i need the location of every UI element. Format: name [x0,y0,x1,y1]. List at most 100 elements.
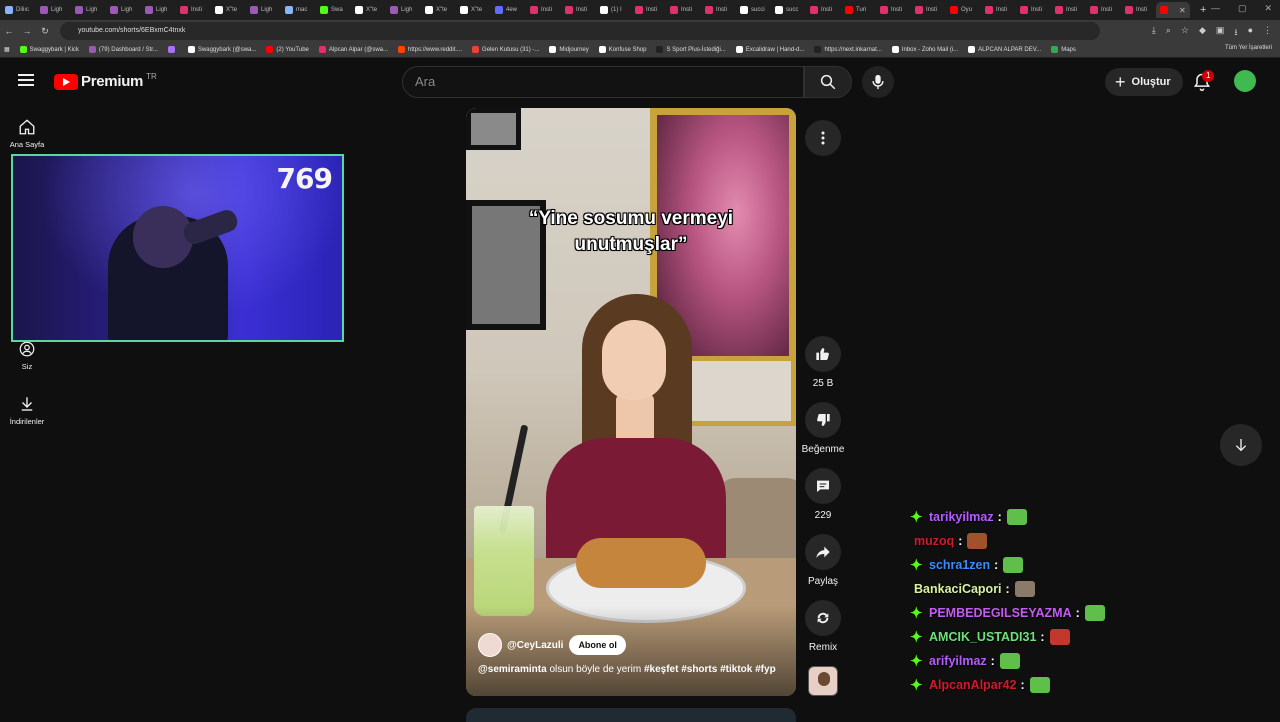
browser-tab[interactable]: X"te [456,2,490,18]
star-icon[interactable]: ☆ [1181,25,1189,41]
bookmark-item[interactable]: Maps [1051,46,1076,53]
short-video-player[interactable]: “Yine sosumu vermeyi unutmuşlar” @CeyLaz… [466,108,796,696]
browser-tab-active[interactable]: ✕ [1156,2,1190,18]
bookmark-item[interactable]: Inbox - Zoho Mail (i... [891,46,958,53]
subscribe-button[interactable]: Abone ol [569,635,626,655]
reload-icon[interactable]: ↻ [36,26,54,37]
browser-tab[interactable]: Insti [176,2,210,18]
browser-tab[interactable]: Oyu [946,2,980,18]
profile-icon[interactable]: ● [1248,25,1253,41]
maximize-icon[interactable]: ▢ [1238,3,1247,14]
chat-username[interactable]: tarikyilmaz [929,510,994,524]
browser-tab[interactable]: Insti [1086,2,1120,18]
channel-name[interactable]: @CeyLazuli [507,640,563,651]
remix-button[interactable]: Remix [800,600,846,653]
description-mention[interactable]: @semiraminta [478,664,547,675]
comments-circle[interactable] [805,468,841,504]
browser-tab[interactable]: Insti [1016,2,1050,18]
browser-tab[interactable]: Ligh [106,2,140,18]
apps-icon[interactable]: ▦ [4,46,10,53]
comments-button[interactable]: 229 [800,468,846,521]
browser-tab[interactable]: Insti [876,2,910,18]
minimize-icon[interactable]: — [1211,3,1220,14]
browser-tab[interactable]: Insti [1051,2,1085,18]
puzzle-icon[interactable]: ▣ [1216,25,1225,41]
search-input[interactable]: Ara [402,66,804,98]
chat-username[interactable]: BankaciCapori [914,582,1002,596]
browser-tab[interactable]: Insti [666,2,700,18]
zoom-icon[interactable]: ⌕ [1166,25,1171,41]
browser-tab[interactable]: Insti [561,2,595,18]
browser-tab[interactable]: Ligh [246,2,280,18]
install-icon[interactable]: ⤓ [1152,25,1156,41]
bookmark-item[interactable]: Midjourney [549,46,589,53]
sidebar-item-you[interactable]: Siz [0,340,54,371]
browser-tab[interactable]: mac [281,2,315,18]
browser-tab[interactable]: X"te [421,2,455,18]
bookmark-item[interactable]: https://next.inkarnat... [814,46,882,53]
chat-username[interactable]: muzoq [914,534,954,548]
download-icon[interactable]: ⭳ [1234,25,1237,41]
video-description[interactable]: @semiraminta olsun böyle de yerim #keşfe… [478,664,776,675]
browser-tab[interactable]: Insti [1121,2,1155,18]
browser-tab[interactable]: Ligh [386,2,420,18]
all-bookmarks[interactable]: Tüm Yer İşaretleri [1225,45,1272,51]
next-video-button[interactable] [1220,424,1262,466]
like-button[interactable]: 25 B [800,336,846,389]
share-circle[interactable] [805,534,841,570]
bookmark-item[interactable]: Konfuse Shop [598,46,646,53]
bookmark-item[interactable]: Swaggybark | Kick [19,46,79,53]
browser-tab[interactable]: Insti [806,2,840,18]
chat-username[interactable]: arifyilmaz [929,654,987,668]
sidebar-item-home[interactable]: Ana Sayfa [0,118,54,149]
back-icon[interactable]: ← [0,26,18,36]
bookmark-item[interactable]: Swaggybark (@swa... [187,46,256,53]
browser-tab[interactable]: Insti [631,2,665,18]
browser-tab[interactable]: Insti [981,2,1015,18]
browser-tab[interactable]: X"te [211,2,245,18]
forward-icon[interactable]: → [18,26,36,36]
bookmark-item[interactable]: Gelen Kutusu (31) -... [472,46,539,53]
channel-avatar[interactable] [478,633,502,657]
search-button[interactable] [804,66,852,98]
remix-circle[interactable] [805,600,841,636]
tab-close-icon[interactable]: ✕ [1179,6,1186,15]
new-tab-icon[interactable]: + [1200,4,1206,16]
bookmark-item[interactable]: (79) Dashboard / Str... [88,46,158,53]
browser-tab[interactable]: 4ew [491,2,525,18]
voice-search-button[interactable] [862,66,894,98]
browser-tab[interactable]: Ligh [141,2,175,18]
bookmark-item[interactable]: (2) YouTube [266,46,309,53]
url-bar[interactable]: youtube.com/shorts/6EBxmC4tnxk [60,22,1100,40]
dislike-button[interactable]: Beğenme [800,402,846,455]
chat-username[interactable]: PEMBEDEGILSEYAZMA [929,606,1072,620]
bookmark-item[interactable] [167,46,178,53]
share-button[interactable]: Paylaş [800,534,846,587]
chat-username[interactable]: schra1zen [929,558,990,572]
browser-tab[interactable]: Ligh [36,2,70,18]
menu-icon[interactable]: ⋮ [1263,25,1272,41]
bookmark-item[interactable]: https://www.reddit.... [398,46,462,53]
bookmark-item[interactable]: S Sport Plus-İstediği... [656,46,726,53]
chat-username[interactable]: AMCIK_USTADI31 [929,630,1036,644]
youtube-logo[interactable]: Premium TR [54,72,157,90]
more-options-button[interactable] [805,120,841,156]
create-button[interactable]: + Oluştur [1105,68,1183,96]
bookmark-item[interactable]: ALPCAN ALPAR DEV... [968,46,1041,53]
browser-tab[interactable]: Ligh [71,2,105,18]
browser-tab[interactable]: (1) I [596,2,630,18]
chat-username[interactable]: AlpcanAlpar42 [929,678,1017,692]
sound-thumbnail[interactable] [808,666,838,696]
extension-icon[interactable]: ◆ [1199,25,1206,41]
avatar[interactable] [1234,70,1256,92]
browser-tab[interactable]: Insti [911,2,945,18]
sidebar-item-downloads[interactable]: İndirilenler [0,395,54,426]
browser-tab[interactable]: Diliıc [1,2,35,18]
like-circle[interactable] [805,336,841,372]
browser-tab[interactable]: succ [771,2,805,18]
browser-tab[interactable]: succi [736,2,770,18]
bookmark-item[interactable]: Excalidraw | Hand-d... [735,46,804,53]
dislike-circle[interactable] [805,402,841,438]
close-icon[interactable]: ✕ [1264,3,1272,14]
browser-tab[interactable]: Swa [316,2,350,18]
